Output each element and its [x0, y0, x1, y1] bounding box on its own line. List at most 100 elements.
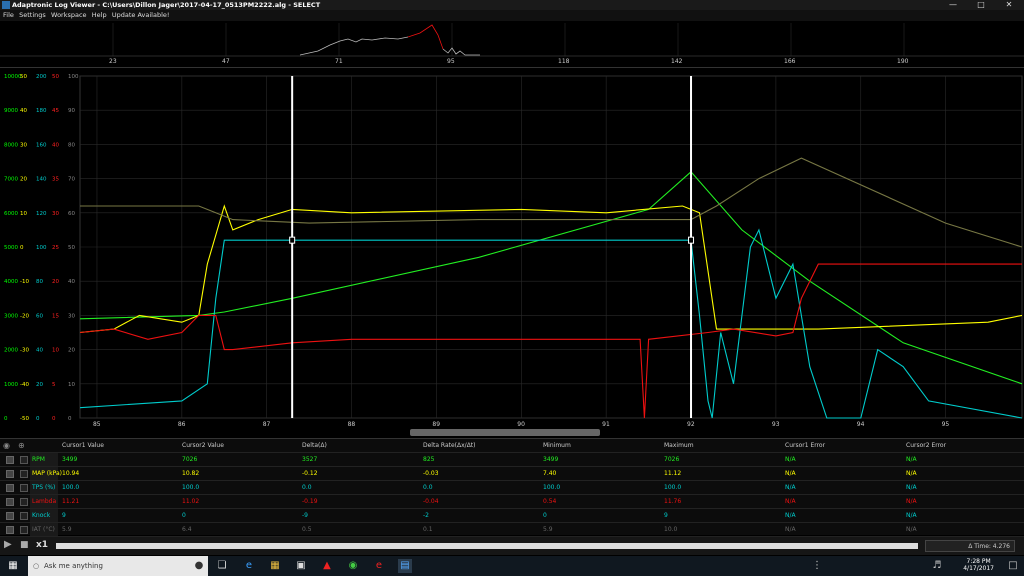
x-tick-label: 91 — [602, 421, 610, 428]
y-tick-label: -20 — [20, 313, 29, 319]
col-header[interactable]: Cursor2 Error — [906, 439, 946, 452]
start-button[interactable]: ▦ — [6, 559, 20, 573]
y-tick-label: 60 — [36, 313, 43, 319]
target-icon[interactable]: ⊕ — [18, 439, 25, 452]
table-cell: N/A — [785, 470, 796, 477]
overview-strip[interactable]: 23 47 71 95 118 142 166 190 — [0, 21, 1024, 68]
table-row[interactable]: TPS (%) 100.0 100.0 0.0 0.0 100.0 100.0 N/A N/A — [0, 481, 1024, 495]
col-header[interactable]: Cursor1 Value — [62, 439, 104, 452]
table-row[interactable]: Knock 9 0 -9 -2 0 9 N/A N/A — [0, 509, 1024, 523]
cursor-handle[interactable] — [688, 236, 695, 244]
tray-icons[interactable]: ⋮ — [810, 559, 824, 573]
chrome-icon[interactable]: ◉ — [346, 559, 360, 573]
table-cell: N/A — [785, 498, 796, 505]
visibility-checkbox[interactable] — [6, 498, 14, 506]
color-swatch[interactable] — [20, 484, 28, 492]
table-cell: N/A — [906, 470, 917, 477]
menu-bar: File Settings Workspace Help Update Avai… — [0, 10, 1024, 21]
task-view-icon[interactable]: ❏ — [215, 559, 229, 573]
color-swatch[interactable] — [20, 456, 28, 464]
table-cell: N/A — [906, 456, 917, 463]
visibility-checkbox[interactable] — [6, 526, 14, 534]
visibility-checkbox[interactable] — [6, 470, 14, 478]
red-app-icon[interactable]: e — [372, 559, 386, 573]
table-cell: 7026 — [182, 456, 198, 463]
eye-icon[interactable]: ◉ — [3, 439, 10, 452]
table-cell: N/A — [906, 512, 917, 519]
table-row[interactable]: MAP (kPa) 10.94 10.82 -0.12 -0.03 7.40 11.12 N/… — [0, 467, 1024, 481]
col-header[interactable]: Cursor1 Error — [785, 439, 825, 452]
menu-workspace[interactable]: Workspace — [51, 10, 87, 21]
color-swatch[interactable] — [20, 512, 28, 520]
y-tick-label: -40 — [20, 382, 29, 388]
search-placeholder: Ask me anything — [44, 562, 103, 570]
y-tick-label: 20 — [20, 177, 27, 183]
y-tick-label: 50 — [52, 74, 59, 80]
log-viewer-taskbar-icon[interactable]: ▤ — [398, 559, 412, 573]
visibility-checkbox[interactable] — [6, 484, 14, 492]
y-tick-label: 15 — [52, 313, 59, 319]
y-tick-label: 10 — [68, 382, 75, 388]
y-tick-label: 35 — [52, 177, 59, 183]
chart-horizontal-scrollbar[interactable] — [410, 429, 600, 436]
y-tick-label: 100 — [68, 74, 79, 80]
menu-update-available[interactable]: Update Available! — [112, 10, 170, 21]
col-header[interactable]: Delta(Δ) — [302, 439, 327, 452]
maximize-button[interactable]: □ — [967, 0, 995, 10]
store-icon[interactable]: ▣ — [294, 559, 308, 573]
menu-settings[interactable]: Settings — [19, 10, 46, 21]
volume-icon[interactable]: ♬ — [930, 559, 944, 573]
table-cell: 0.54 — [543, 498, 557, 505]
system-clock[interactable]: 7:28 PM 4/17/2017 — [963, 558, 994, 572]
y-tick-label: -10 — [20, 279, 29, 285]
y-tick-label: 1000 — [4, 382, 18, 388]
visibility-checkbox[interactable] — [6, 456, 14, 464]
cursor-handle[interactable] — [289, 236, 296, 244]
color-swatch[interactable] — [20, 498, 28, 506]
y-tick-label: 0 — [52, 416, 56, 422]
x-tick-label: 90 — [517, 421, 525, 428]
table-cell: 3499 — [62, 456, 78, 463]
edge-browser-icon[interactable]: e — [242, 559, 256, 573]
visibility-checkbox[interactable] — [6, 512, 14, 520]
notifications-icon[interactable]: □ — [1006, 559, 1020, 573]
table-cell: -0.03 — [423, 470, 439, 477]
col-header[interactable]: Minimum — [543, 439, 571, 452]
table-cell: -0.19 — [302, 498, 318, 505]
y-tick-label: 0 — [20, 245, 24, 251]
table-row[interactable]: RPM 3499 7026 3527 825 3499 7026 N/A N/A — [0, 453, 1024, 467]
table-cell: 100.0 — [182, 484, 200, 491]
search-box[interactable]: ○ Ask me anything — [28, 556, 208, 576]
minimize-button[interactable]: — — [939, 0, 967, 10]
col-header[interactable]: Delta Rate(Δx/Δt) — [423, 439, 476, 452]
col-header[interactable]: Cursor2 Value — [182, 439, 224, 452]
color-swatch[interactable] — [20, 470, 28, 478]
col-header[interactable]: Maximum — [664, 439, 694, 452]
playback-progress-bar[interactable] — [56, 543, 918, 549]
menu-file[interactable]: File — [3, 10, 14, 21]
app-icon — [2, 1, 10, 9]
game-app-icon[interactable]: ▲ — [320, 559, 334, 573]
y-tick-label: -30 — [20, 348, 29, 354]
playback-bar: ▶ ■ x1 Δ Time: 4.276 — [0, 537, 1024, 555]
y-tick-label: 120 — [36, 211, 47, 217]
main-chart[interactable]: 1000050 200 50 1009000 40 180 45 908000 30 160 40 8… — [0, 68, 1024, 428]
overview-tick: 166 — [784, 58, 796, 65]
table-cell: 100.0 — [62, 484, 80, 491]
file-explorer-icon[interactable]: ▦ — [268, 559, 282, 573]
table-cell: 0 — [543, 512, 547, 519]
clock-date: 4/17/2017 — [963, 565, 994, 572]
close-button[interactable]: ✕ — [995, 0, 1023, 10]
play-button[interactable]: ▶ — [4, 539, 12, 550]
table-row[interactable]: Lambda 11.21 11.02 -0.19 -0.04 0.54 11.76 N/A N/… — [0, 495, 1024, 509]
menu-help[interactable]: Help — [92, 10, 107, 21]
table-cell: 5.9 — [543, 526, 553, 533]
stop-button[interactable]: ■ — [20, 540, 29, 550]
color-swatch[interactable] — [20, 526, 28, 534]
table-row[interactable]: IAT (°C) 5.9 6.4 0.5 0.1 5.9 10.0 N/A N/A — [0, 523, 1024, 537]
microphone-icon[interactable]: ● — [192, 559, 206, 573]
table-cell: 10.94 — [62, 470, 80, 477]
search-icon: ○ — [33, 562, 40, 570]
speed-selector[interactable]: x1 — [36, 540, 48, 550]
y-tick-label: 10 — [52, 348, 59, 354]
